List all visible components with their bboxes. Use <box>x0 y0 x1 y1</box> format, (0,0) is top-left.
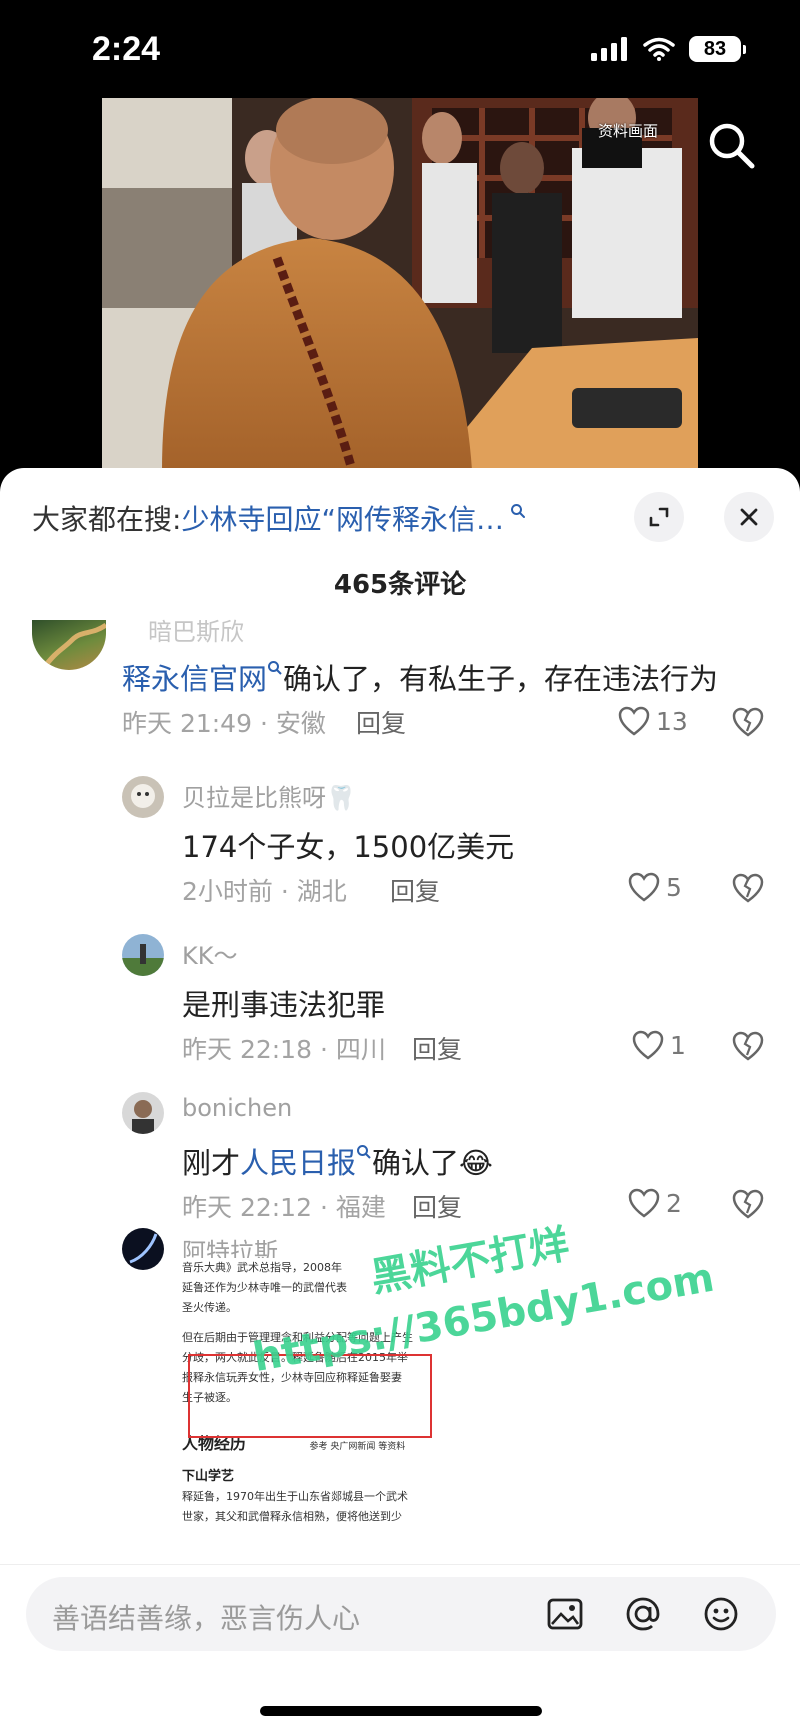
video-source-badge: 资料画面 <box>597 122 658 140</box>
avatar[interactable] <box>32 620 106 670</box>
like-button[interactable]: 2 <box>628 1188 682 1218</box>
like-button[interactable]: 5 <box>628 872 682 902</box>
battery-level: 83 <box>689 36 741 62</box>
highlight-box <box>188 1354 432 1438</box>
wifi-icon <box>643 37 675 61</box>
reply-item: 贝拉是比熊呀🦷 174个子女，1500亿美元 2小时前 · 湖北 回复 5 <box>0 752 800 906</box>
attachment-line: 世家，其父和武僧释永信相熟，便将他送到少 <box>182 1510 402 1523</box>
comment-keyword-link[interactable]: 释永信官网 <box>122 662 267 696</box>
comment-count: 465条评论 <box>333 570 467 600</box>
heart-icon <box>628 1188 660 1218</box>
status-icons: 83 <box>591 36 746 62</box>
comment-meta: 昨天 22:12 · 福建 <box>182 1193 386 1222</box>
trending-search-bar[interactable]: 大家都在搜: 少林寺回应“网传释永信… <box>32 496 526 540</box>
comment-keyword-link[interactable]: 人民日报 <box>240 1146 356 1180</box>
avatar-image <box>40 622 106 670</box>
attachment-line: 音乐大典》武术总指导，2008年 <box>182 1261 342 1274</box>
battery-indicator: 83 <box>689 36 746 62</box>
comment-text-prefix: 刚才 <box>182 1146 241 1180</box>
heart-icon <box>632 1030 664 1060</box>
like-button[interactable]: 1 <box>632 1030 686 1060</box>
comment-meta: 昨天 22:18 · 四川 <box>182 1035 386 1064</box>
search-icon <box>268 661 282 675</box>
status-time: 2:24 <box>92 30 161 68</box>
like-count: 1 <box>670 1030 686 1060</box>
comment-meta: 2小时前 · 湖北 <box>182 877 347 906</box>
avatar-image <box>122 776 164 818</box>
dislike-icon[interactable] <box>732 872 764 904</box>
battery-tip <box>743 44 746 54</box>
image-icon[interactable] <box>544 1593 586 1635</box>
attachment-line: 延鲁还作为少林寺唯一的武僧代表 <box>182 1281 347 1294</box>
expand-button[interactable] <box>634 492 684 542</box>
attachment-subsection: 下山学艺 <box>182 1469 235 1484</box>
avatar[interactable] <box>122 1228 164 1270</box>
close-icon <box>740 508 758 526</box>
reply-button[interactable]: 回复 <box>412 1030 462 1066</box>
search-icon <box>357 1145 371 1159</box>
like-count: 2 <box>666 1188 682 1218</box>
comment-text-suffix: 确认了😂 <box>372 1146 493 1180</box>
reply-item: KK～ 是刑事违法犯罪 昨天 22:18 · 四川 回复 1 <box>0 910 800 1064</box>
attachment-line: 释延鲁，1970年出生于山东省郯城县一个武术 <box>182 1490 408 1503</box>
comment-text-rest: 确认了，有私生子，存在违法行为 <box>283 662 719 696</box>
dislike-icon[interactable] <box>732 1188 764 1220</box>
trending-prefix: 大家都在搜: <box>32 503 182 536</box>
reply-button[interactable]: 回复 <box>356 704 406 740</box>
heart-icon <box>628 872 660 902</box>
search-button[interactable] <box>704 118 760 174</box>
attachment-line: 但在后期由于管理理念和利益分配等问题上产生 <box>182 1331 413 1344</box>
home-indicator[interactable] <box>260 1706 542 1716</box>
avatar-image <box>122 934 164 976</box>
attachment-line: 圣火传递。 <box>182 1301 237 1314</box>
expand-icon <box>649 507 669 527</box>
like-button[interactable]: 13 <box>618 706 688 736</box>
comment-text: 刚才人民日报 确认了😂 <box>182 1140 493 1182</box>
comment-text: 是刑事违法犯罪 <box>182 988 386 1022</box>
video-player[interactable]: 资料画面 <box>102 98 698 470</box>
comment-input-placeholder: 善语结善缘，恶言伤人心 <box>52 1602 361 1635</box>
heart-icon <box>618 706 650 736</box>
avatar-image <box>122 1092 164 1134</box>
reply-button[interactable]: 回复 <box>390 872 440 908</box>
comment-input-bar: 善语结善缘，恶言伤人心 <box>0 1564 800 1675</box>
status-bar: 2:24 83 <box>0 0 800 100</box>
at-icon[interactable] <box>622 1593 664 1635</box>
comment-attachment-image[interactable]: 音乐大典》武术总指导，2008年 延鲁还作为少林寺唯一的武僧代表 圣火传递。 但… <box>182 1258 442 1548</box>
dislike-icon[interactable] <box>732 1030 764 1062</box>
comment-username[interactable]: KK～ <box>182 936 237 971</box>
like-count: 5 <box>666 872 682 902</box>
video-frame-image <box>102 98 698 470</box>
comment-meta: 昨天 21:49 · 安徽 <box>122 709 326 738</box>
search-icon <box>709 123 755 169</box>
comment-input[interactable]: 善语结善缘，恶言伤人心 <box>26 1577 776 1651</box>
avatar[interactable] <box>122 776 164 818</box>
search-icon <box>510 504 525 518</box>
close-button[interactable] <box>724 492 774 542</box>
reply-button[interactable]: 回复 <box>412 1188 462 1224</box>
comment-username[interactable]: bonichen <box>182 1094 292 1122</box>
comment-text: 释永信官网 确认了，有私生子，存在违法行为 <box>122 656 718 698</box>
like-count: 13 <box>656 706 688 736</box>
avatar-image <box>122 1228 164 1270</box>
dislike-icon[interactable] <box>732 706 764 738</box>
avatar[interactable] <box>122 934 164 976</box>
comment-username[interactable]: 暗巴斯欣 <box>148 618 244 647</box>
signal-icon <box>591 37 627 61</box>
avatar[interactable] <box>122 1092 164 1134</box>
comment-text: 174个子女，1500亿美元 <box>182 830 515 864</box>
trending-query-link[interactable]: 少林寺回应“网传释永信… <box>181 498 504 538</box>
attachment-source-note: 参考 央广网新闻 等资料 <box>309 1442 406 1452</box>
comment-username[interactable]: 贝拉是比熊呀🦷 <box>182 778 356 813</box>
emoji-icon[interactable] <box>700 1593 742 1635</box>
reply-item: bonichen 刚才人民日报 确认了😂 昨天 22:12 · 福建 回复 2 <box>0 1068 800 1222</box>
